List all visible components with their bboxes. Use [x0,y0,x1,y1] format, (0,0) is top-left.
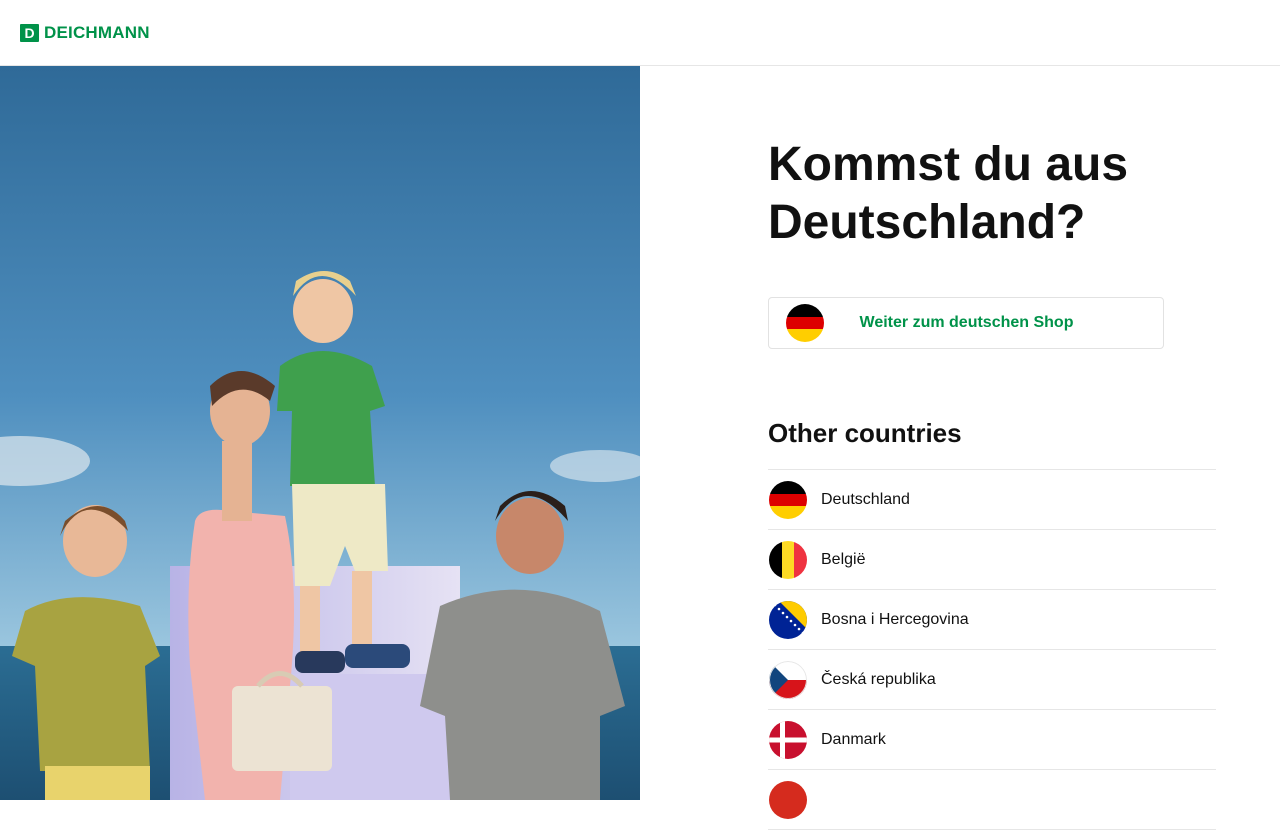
country-name: België [821,550,866,568]
continue-german-shop-button[interactable]: Weiter zum deutschen Shop [768,297,1164,349]
family-photo-illustration [0,66,640,800]
continue-button-label: Weiter zum deutschen Shop [859,314,1074,331]
country-name: Bosna i Hercegovina [821,610,969,628]
country-list: Deutschland België Bosna i Hercegovina Č… [768,469,1216,830]
country-item-danmark[interactable]: Danmark [768,710,1216,770]
headline-line-2: Deutschland? [768,196,1086,249]
country-name: Česká republika [821,670,936,688]
country-item-ceska-republika[interactable]: Česká republika [768,650,1216,710]
flag-dk-icon [769,720,807,759]
country-selector: Kommst du aus Deutschland? Weiter zum de… [768,66,1216,830]
hero-image [0,66,640,800]
country-name: Deutschland [821,490,910,508]
flag-cz-icon [769,660,807,699]
site-header: D DEICHMANN [0,0,1280,66]
deichmann-logo[interactable]: D DEICHMANN [20,23,150,43]
country-name: Danmark [821,730,886,748]
country-item-bosna-i-hercegovina[interactable]: Bosna i Hercegovina [768,590,1216,650]
flag-de-icon [769,480,807,519]
other-countries-title: Other countries [768,418,962,448]
country-item-belgie[interactable]: België [768,530,1216,590]
country-item-partial[interactable] [768,770,1216,830]
country-item-deutschland[interactable]: Deutschland [768,470,1216,530]
headline-line-1: Kommst du aus [768,138,1129,191]
page-title: Kommst du aus Deutschland? [768,136,1216,252]
logo-mark-icon: D [20,23,39,42]
flag-be-icon [769,540,807,579]
flag-ba-icon [769,600,807,639]
logo-text: DEICHMANN [44,22,150,42]
